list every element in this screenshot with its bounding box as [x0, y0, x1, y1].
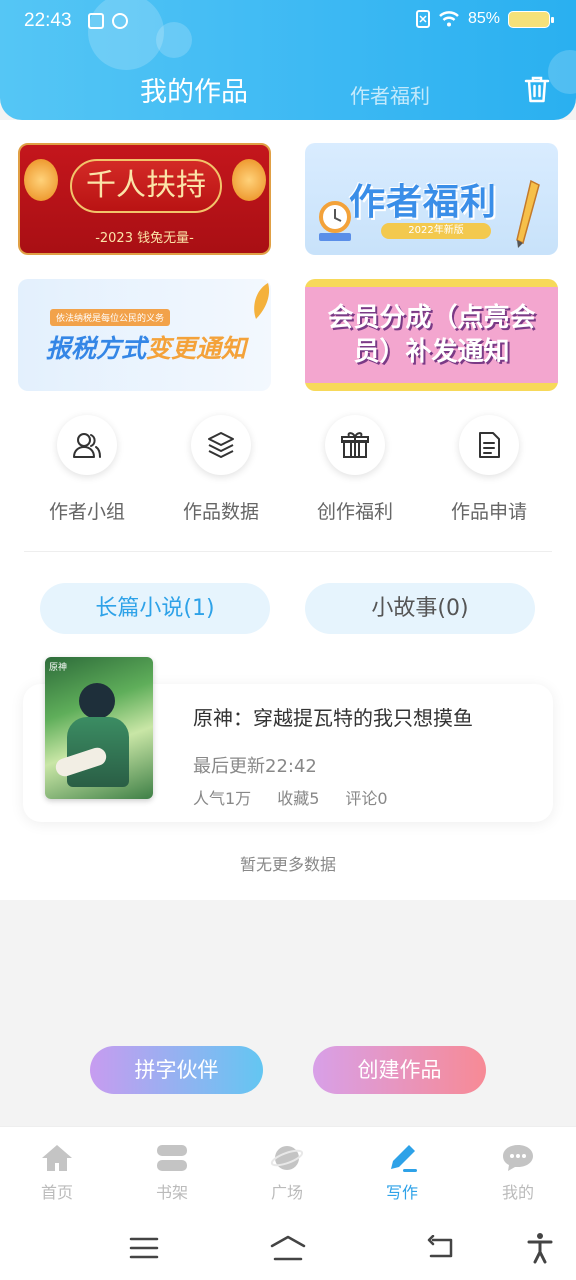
- pencil-icon: [516, 179, 540, 248]
- trash-icon[interactable]: [522, 74, 552, 104]
- banner-title-line1: 会员分成（点亮会: [327, 303, 536, 333]
- layers-icon: [208, 432, 234, 458]
- lantern-icon: [232, 159, 266, 201]
- author-group-icon: [73, 433, 101, 458]
- quick-label: 创作福利: [316, 501, 393, 523]
- divider: [24, 551, 552, 552]
- quick-label: 作品数据: [182, 501, 259, 523]
- tab-label: 首页: [40, 1183, 73, 1202]
- nav-accessibility[interactable]: [520, 1232, 560, 1264]
- battery-percent: 85%: [467, 10, 500, 27]
- nav-home[interactable]: [268, 1232, 308, 1264]
- back-icon: [427, 1235, 453, 1258]
- home-icon: [42, 1145, 72, 1171]
- tab-home[interactable]: 首页: [17, 1141, 97, 1203]
- tab-label: 我的: [501, 1183, 534, 1202]
- pen-icon: [391, 1145, 417, 1172]
- no-more-data: 暂无更多数据: [239, 855, 336, 874]
- tab-label: 写作: [385, 1183, 418, 1202]
- banner-title-part-a: 报税方式: [46, 334, 147, 363]
- quick-label: 作品申请: [450, 501, 527, 523]
- system-nav-bar: [0, 1218, 576, 1280]
- book-popularity: 人气1万: [193, 789, 252, 808]
- book-comments: 评论0: [345, 789, 388, 808]
- banner-title: 报税方式变更通知: [46, 329, 246, 365]
- quick-work-application[interactable]: 作品申请: [429, 415, 549, 524]
- document-icon: [479, 432, 500, 458]
- nav-back[interactable]: [420, 1232, 460, 1264]
- quick-work-data[interactable]: 作品数据: [161, 415, 281, 524]
- cover-figure-head: [79, 683, 115, 719]
- app-notification-icon: [88, 13, 104, 29]
- banner-title: 会员分成（点亮会 员）补发通知: [305, 301, 558, 369]
- banner-title: 千人扶持: [70, 159, 222, 213]
- banner-thousand-support[interactable]: 千人扶持 -2023 钱兔无量-: [18, 143, 271, 255]
- segment-short-story[interactable]: 小故事(0): [305, 583, 535, 634]
- gift-icon: [341, 432, 369, 458]
- banner-small-label: 依法纳税是每位公民的义务: [50, 309, 171, 326]
- book-title[interactable]: 原神：穿越提瓦特的我只想摸鱼: [193, 702, 473, 731]
- banner-title: 作者福利: [349, 182, 498, 223]
- cover-logo: 原神: [49, 663, 68, 673]
- tab-label: 书架: [155, 1183, 188, 1202]
- banner-author-welfare[interactable]: 作者福利 2022年新版: [305, 143, 558, 255]
- status-time: 22:43: [24, 10, 72, 31]
- tab-bookshelf[interactable]: 书架: [132, 1141, 212, 1203]
- book-last-updated: 最后更新22:42: [193, 756, 317, 777]
- banner-subtitle: -2023 钱兔无量-: [95, 231, 194, 246]
- wifi-icon: [439, 11, 459, 27]
- bottom-tabbar: 首页 书架 广场 写作 我的: [0, 1126, 576, 1218]
- menu-icon: [129, 1237, 159, 1259]
- tab-mine[interactable]: 我的: [478, 1141, 558, 1203]
- tab-writing[interactable]: 写作: [362, 1141, 442, 1203]
- book-cover[interactable]: 原神: [45, 657, 153, 799]
- banner-pill: 2022年新版: [381, 223, 491, 239]
- battery-icon: [508, 10, 554, 28]
- status-bar: 22:43 85%: [0, 10, 576, 36]
- qq-notification-icon: [112, 13, 128, 29]
- banner-member-share[interactable]: 会员分成（点亮会 员）补发通知: [305, 279, 558, 391]
- chat-icon: [503, 1145, 533, 1171]
- quick-label: 作者小组: [48, 501, 125, 523]
- alarm-clock-icon: [319, 201, 351, 241]
- book-stats: 人气1万 收藏5 评论0: [193, 785, 388, 809]
- tab-plaza[interactable]: 广场: [247, 1141, 327, 1203]
- tab-author-welfare[interactable]: 作者福利: [350, 80, 430, 109]
- banner-tax-notice[interactable]: 依法纳税是每位公民的义务 报税方式变更通知: [18, 279, 271, 391]
- banner-title-part-b: 变更通知: [146, 334, 247, 363]
- segment-novel[interactable]: 长篇小说(1): [40, 583, 270, 634]
- app-header: 22:43 85% 我的作品 作者福利: [0, 0, 576, 120]
- banner-title-line2: 员）补发通知: [353, 337, 510, 367]
- quick-creation-welfare[interactable]: 创作福利: [295, 415, 415, 524]
- sim-card-icon: [415, 10, 430, 28]
- nav-menu[interactable]: [124, 1232, 164, 1264]
- leaf-icon: [254, 283, 270, 319]
- accessibility-icon: [527, 1233, 553, 1264]
- decor-bubble: [548, 50, 576, 94]
- home-outline-icon: [270, 1235, 306, 1261]
- lantern-icon: [24, 159, 58, 201]
- tab-label: 广场: [270, 1183, 303, 1202]
- create-work-button[interactable]: 创建作品: [313, 1046, 486, 1094]
- writing-partner-button[interactable]: 拼字伙伴: [90, 1046, 263, 1094]
- tab-my-works[interactable]: 我的作品: [140, 70, 248, 109]
- quick-author-group[interactable]: 作者小组: [27, 415, 147, 524]
- bookshelf-icon: [157, 1145, 187, 1171]
- planet-icon: [270, 1146, 304, 1170]
- book-favorites: 收藏5: [277, 789, 320, 808]
